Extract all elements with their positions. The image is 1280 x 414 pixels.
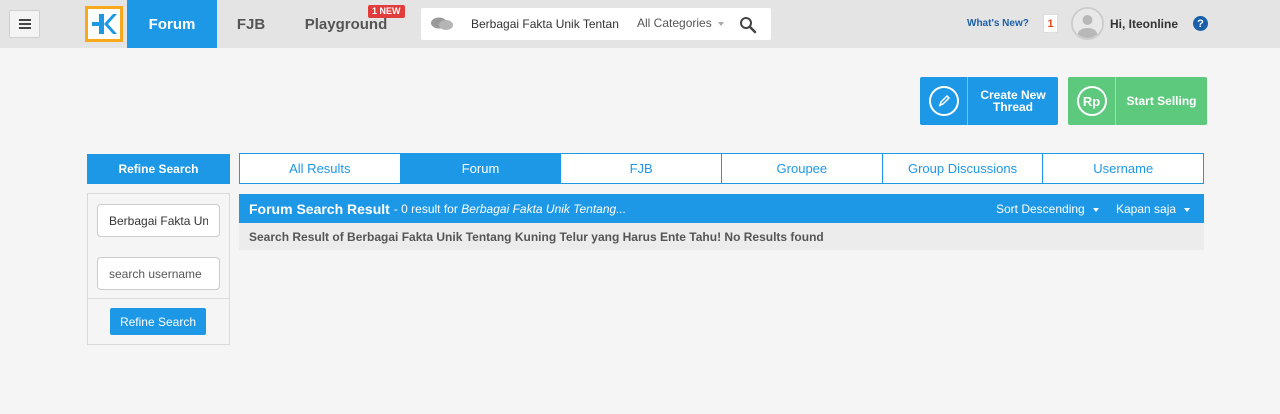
refine-query-input[interactable]	[97, 204, 220, 237]
create-thread-label: Create New Thread	[980, 88, 1046, 114]
hamburger-icon	[18, 19, 31, 29]
start-selling-label: Start Selling	[1126, 94, 1197, 108]
tab-fjb[interactable]: FJB	[561, 154, 723, 183]
kaskus-logo[interactable]	[85, 6, 123, 42]
logo-k-icon	[92, 14, 117, 34]
result-count: - 0 result for Berbagai Fakta Unik Tenta…	[394, 202, 626, 216]
start-selling-button[interactable]: Rp Start Selling	[1068, 77, 1207, 125]
result-count-text: - 0 result for	[393, 201, 458, 216]
nav-forum[interactable]: Forum	[127, 0, 217, 48]
tab-username[interactable]: Username	[1043, 154, 1203, 183]
search-icon[interactable]	[739, 16, 757, 34]
no-results-message: Search Result of Berbagai Fakta Unik Ten…	[239, 223, 1204, 250]
pencil-icon	[920, 77, 968, 125]
tab-all-results[interactable]: All Results	[240, 154, 401, 183]
refine-search-title: Refine Search	[87, 154, 230, 184]
divider	[88, 298, 229, 299]
tab-group-discussions[interactable]: Group Discussions	[883, 154, 1044, 183]
chat-icon[interactable]	[431, 17, 453, 31]
rupiah-icon: Rp	[1068, 77, 1116, 125]
category-label: All Categories	[637, 16, 712, 30]
chevron-down-icon	[1184, 207, 1191, 212]
nav-fjb[interactable]: FJB	[222, 0, 280, 48]
search-input[interactable]	[471, 15, 619, 33]
time-dropdown[interactable]: Kapan saja	[1116, 202, 1191, 216]
category-select[interactable]: All Categories	[637, 16, 724, 30]
user-greeting[interactable]: Hi, Iteonline	[1110, 17, 1178, 31]
avatar-icon	[1073, 9, 1102, 38]
sort-label: Sort Descending	[996, 202, 1085, 216]
result-title: Forum Search Result	[249, 200, 390, 217]
menu-button[interactable]	[9, 10, 40, 38]
username-search-input[interactable]	[97, 257, 220, 290]
notification-badge[interactable]: 1	[1043, 14, 1058, 33]
sort-dropdown[interactable]: Sort Descending	[996, 202, 1099, 216]
result-header: Forum Search Result - 0 result for Berba…	[239, 194, 1204, 223]
top-navbar: Forum FJB Playground 1 NEW All Categorie…	[0, 0, 1280, 48]
refine-search-button[interactable]: Refine Search	[110, 308, 206, 335]
create-thread-button[interactable]: Create New Thread	[920, 77, 1058, 125]
chevron-down-icon	[1092, 207, 1099, 212]
search-bar: All Categories	[421, 8, 771, 40]
result-query: Berbagai Fakta Unik Tentang...	[461, 201, 627, 216]
tab-forum[interactable]: Forum	[400, 154, 562, 183]
whats-new-link[interactable]: What's New?	[967, 18, 1029, 29]
help-icon[interactable]: ?	[1193, 16, 1208, 31]
new-badge: 1 NEW	[368, 5, 405, 18]
time-label: Kapan saja	[1116, 202, 1177, 216]
result-tabs: All Results Forum FJB Groupee Group Disc…	[239, 153, 1204, 184]
chevron-down-icon	[717, 21, 724, 26]
refine-search-panel: Refine Search	[87, 193, 230, 345]
avatar[interactable]	[1071, 7, 1104, 40]
tab-groupee[interactable]: Groupee	[722, 154, 883, 183]
